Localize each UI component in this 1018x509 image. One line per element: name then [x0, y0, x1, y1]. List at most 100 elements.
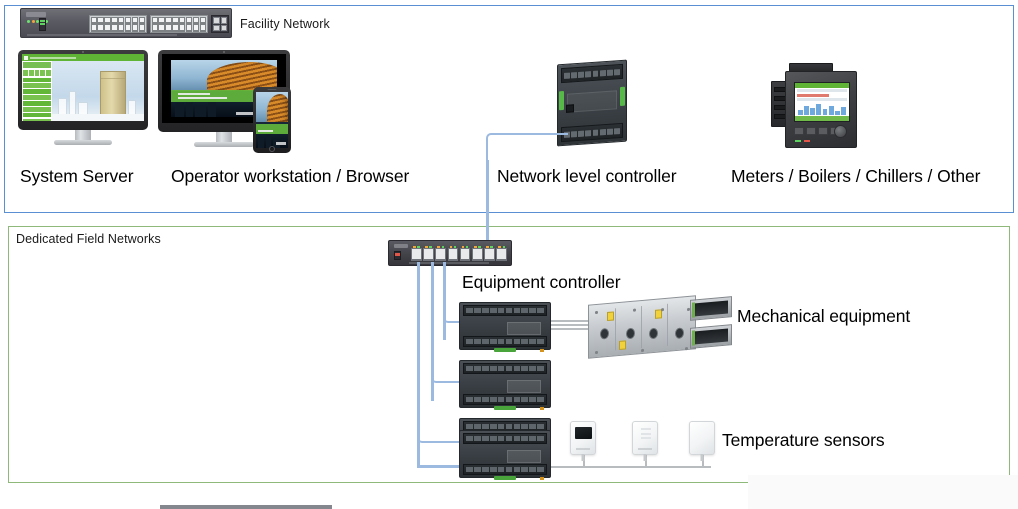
terminal-block-top	[463, 433, 547, 444]
operator-phone	[253, 87, 291, 153]
ahu-inspection-window	[675, 327, 684, 340]
bms-main-tower	[100, 71, 126, 115]
slide-right-band	[748, 475, 1018, 509]
power-meter-device	[771, 63, 857, 148]
ahu-fastener	[595, 310, 598, 314]
caption-operator-workstation: Operator workstation / Browser	[171, 166, 410, 186]
terminal-block-top	[561, 63, 623, 84]
equipment-controller-4	[459, 430, 551, 480]
bus-controller-to-ahu	[551, 328, 591, 330]
bms-building-shape	[58, 98, 67, 115]
field-switch-power-indicator	[394, 251, 401, 260]
ahu-inspection-window	[600, 327, 609, 340]
splash-banner-line-1	[178, 92, 211, 95]
caption-system-server: System Server	[20, 166, 134, 186]
bms-menu-row	[23, 83, 51, 88]
field-switch-ports	[411, 245, 508, 261]
bus-controller-to-ahu	[551, 324, 591, 326]
bms-menu-row	[23, 118, 51, 121]
din-module-body	[459, 430, 551, 478]
ahu-duct-opening	[695, 328, 728, 345]
din-green-accent-left	[559, 90, 564, 111]
ahu-fastener	[685, 347, 688, 350]
rack-switch-console-port	[39, 18, 46, 31]
field-switch-label-strip	[409, 262, 489, 264]
din-rail-clip	[494, 476, 516, 480]
ethernet-port-icon	[566, 104, 574, 113]
meter-display-row	[797, 89, 847, 93]
meter-trend-chart	[798, 101, 846, 115]
sensor-wire-stub	[643, 454, 647, 461]
network-architecture-diagram: Facility Network System Server Operator …	[0, 0, 1018, 509]
webcam-icon	[82, 51, 84, 53]
monitor-stand-neck	[216, 132, 232, 142]
caption-temperature-sensors: Temperature sensors	[722, 430, 885, 450]
meter-navigation-dial[interactable]	[834, 125, 847, 138]
rack-switch-brand-mark	[26, 12, 46, 17]
facility-network-zone-label: Facility Network	[240, 17, 330, 31]
rack-switch-device	[20, 8, 232, 38]
ahu-inspection-window	[626, 327, 635, 340]
bms-building-shape	[69, 91, 76, 115]
bms-menu-row	[23, 112, 51, 118]
ahu-casing	[588, 295, 696, 359]
monitor-stand-neck	[75, 130, 91, 140]
din-module-body	[459, 302, 551, 350]
meter-display-footer	[795, 116, 849, 121]
din-face-label	[507, 450, 541, 464]
phone-home-button[interactable]	[269, 146, 275, 152]
temperature-sensor-3	[689, 421, 715, 461]
din-amber-indicator	[540, 476, 544, 480]
bms-menu-row	[23, 95, 51, 100]
ahu-fastener	[641, 348, 644, 352]
meter-status-leds	[795, 139, 810, 142]
cable-nlc-to-field-switch	[486, 160, 489, 244]
bms-menu-icon	[24, 55, 28, 60]
bms-menu-row	[23, 101, 51, 106]
meter-display-header	[795, 83, 849, 88]
monitor-stand-base	[54, 140, 112, 145]
splash-inner	[256, 92, 288, 148]
sensor-display	[575, 427, 592, 439]
din-face-label	[567, 90, 617, 113]
bms-icon-row	[23, 69, 51, 76]
splash-banner-line-2	[258, 129, 273, 133]
ahu-fastener	[633, 308, 636, 312]
bms-building-shape	[128, 100, 136, 115]
equipment-controller-1	[459, 302, 551, 352]
bms-logo	[23, 62, 51, 68]
webcam-icon	[223, 51, 225, 53]
caption-mechanical-equipment: Mechanical equipment	[737, 306, 911, 326]
ahu-fastener	[661, 308, 664, 311]
din-amber-indicator	[540, 348, 544, 352]
phone-speaker	[267, 88, 277, 90]
sensor-buttons[interactable]	[641, 428, 651, 442]
temperature-sensor-2	[632, 421, 658, 461]
system-server-monitor	[18, 50, 148, 147]
din-rail-clip	[494, 348, 516, 352]
building-operation-splash-mobile	[256, 92, 288, 148]
phone-screen	[256, 92, 288, 148]
splash-banner-line-2	[178, 96, 228, 100]
cable-nlc-corner	[486, 133, 568, 163]
bms-dashboard	[22, 54, 144, 121]
ahu-warning-label	[607, 311, 614, 322]
air-handling-unit	[588, 295, 732, 359]
ahu-duct-opening	[695, 300, 728, 317]
rack-switch-port-bank-a	[89, 15, 147, 33]
ahu-supply-duct	[690, 296, 732, 321]
splash-green-banner	[256, 124, 288, 134]
din-green-accent-right	[620, 86, 625, 106]
sensor-wire-stub	[700, 454, 704, 461]
bms-title-text	[30, 56, 76, 59]
equipment-controller-2	[459, 360, 551, 410]
bms-building-view	[52, 61, 144, 121]
bms-title-bar	[22, 54, 144, 61]
bus-controller-to-ahu	[551, 320, 591, 322]
sensor-brand-mark	[576, 448, 590, 450]
bus-controller-to-sensors	[551, 466, 711, 468]
rack-switch-port-bank-b	[150, 15, 208, 33]
bms-menu-row	[23, 89, 51, 94]
field-switch-brand-mark	[394, 243, 408, 248]
temperature-sensor-1	[570, 421, 596, 461]
